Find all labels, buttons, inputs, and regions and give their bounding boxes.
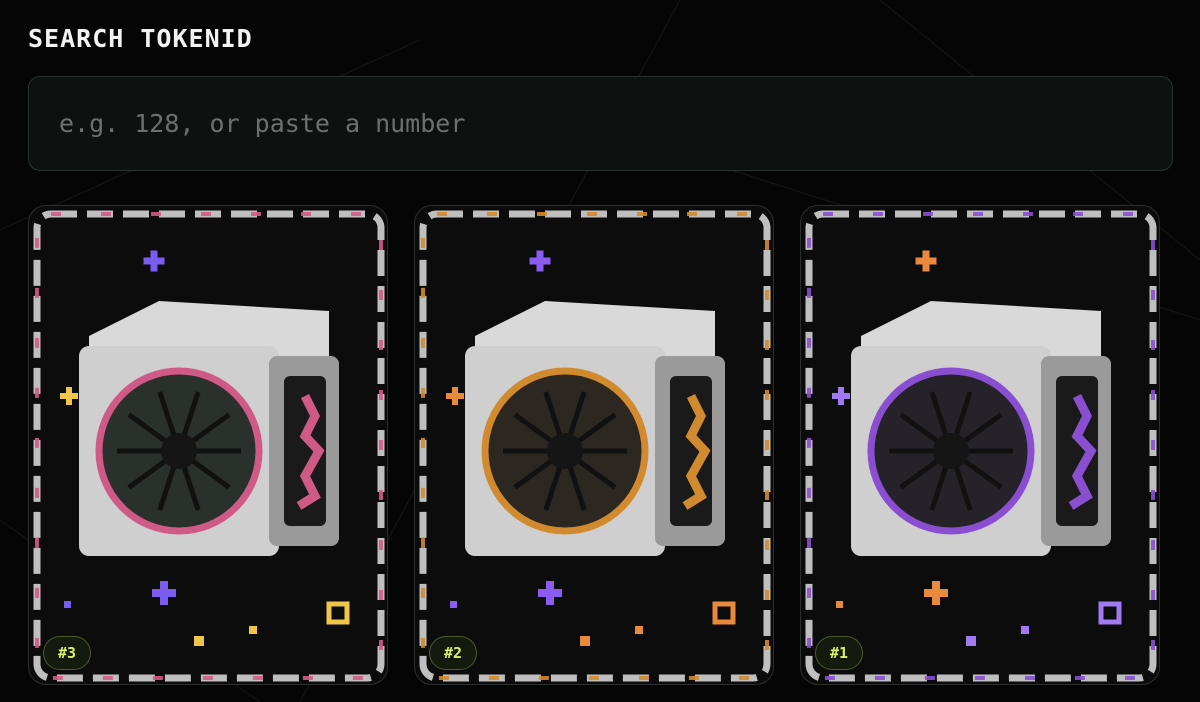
cube-illustration — [851, 301, 1111, 556]
token-3-artwork — [33, 210, 385, 682]
tokenid-search-input[interactable] — [29, 77, 1172, 170]
token-card-3[interactable]: #3 — [28, 205, 388, 685]
token-card-1[interactable]: #1 — [800, 205, 1160, 685]
section-title: SEARCH TOKENID — [28, 24, 253, 53]
token-card-2[interactable]: #2 — [414, 205, 774, 685]
cube-illustration — [465, 301, 725, 556]
token-2-artwork — [419, 210, 771, 682]
search-field-container[interactable] — [28, 76, 1173, 171]
token-id-badge: #2 — [429, 636, 478, 670]
token-id-badge: #1 — [815, 636, 864, 670]
token-id-badge: #3 — [43, 636, 92, 670]
cube-illustration — [79, 301, 339, 556]
token-1-artwork — [805, 210, 1157, 682]
